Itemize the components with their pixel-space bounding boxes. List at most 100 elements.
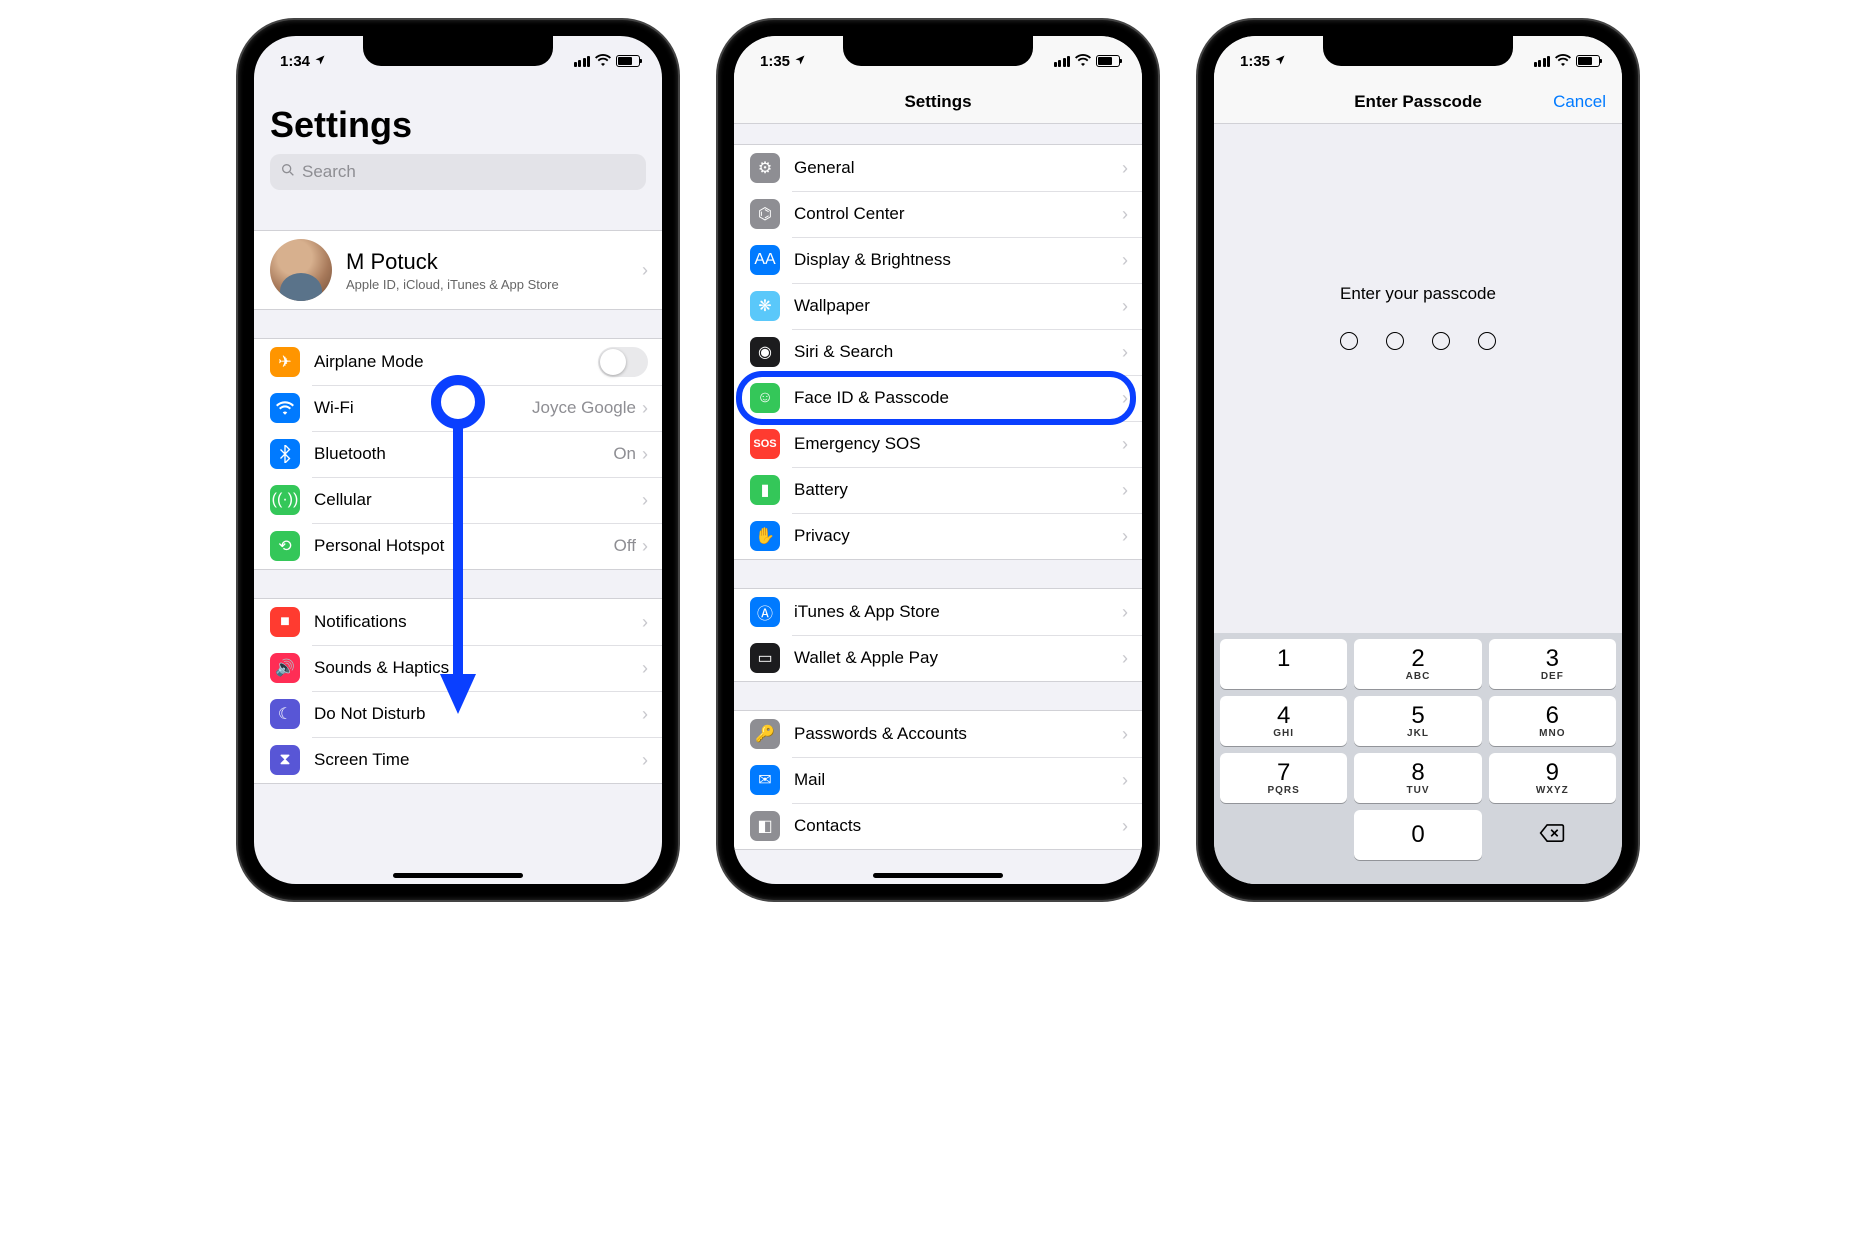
settings-row-wallpaper[interactable]: ❋Wallpaper›: [734, 283, 1142, 329]
keypad-4[interactable]: 4GHI: [1220, 696, 1347, 746]
profile-sub: Apple ID, iCloud, iTunes & App Store: [346, 277, 642, 292]
keypad-9[interactable]: 9WXYZ: [1489, 753, 1616, 803]
chevron-right-icon: ›: [642, 536, 648, 557]
chevron-right-icon: ›: [1122, 816, 1128, 837]
row-label: Display & Brightness: [794, 250, 1122, 270]
settings-row-airplane-mode[interactable]: ✈︎Airplane Mode: [254, 339, 662, 385]
settings-row-wallet-apple-pay[interactable]: ▭Wallet & Apple Pay›: [734, 635, 1142, 681]
settings-row-emergency-sos[interactable]: SOSEmergency SOS›: [734, 421, 1142, 467]
settings-row-bluetooth[interactable]: BluetoothOn›: [254, 431, 662, 477]
chevron-right-icon: ›: [1122, 602, 1128, 623]
screentime-icon: ⧗: [270, 745, 300, 775]
search-input[interactable]: Search: [270, 154, 646, 190]
numeric-keypad: 1 2ABC3DEF4GHI5JKL6MNO7PQRS8TUV9WXYZ0: [1214, 633, 1622, 884]
key-number: 7: [1277, 761, 1290, 785]
settings-row-do-not-disturb[interactable]: ☾Do Not Disturb›: [254, 691, 662, 737]
settings-row-general[interactable]: ⚙︎General›: [734, 145, 1142, 191]
key-number: 3: [1546, 647, 1559, 671]
row-label: iTunes & App Store: [794, 602, 1122, 622]
key-number: 9: [1546, 761, 1559, 785]
keypad-8[interactable]: 8TUV: [1354, 753, 1481, 803]
dnd-icon: ☾: [270, 699, 300, 729]
row-label: Airplane Mode: [314, 352, 598, 372]
settings-row-notifications[interactable]: ■Notifications›: [254, 599, 662, 645]
row-label: Sounds & Haptics: [314, 658, 642, 678]
controlcenter-icon: ⌬: [750, 199, 780, 229]
home-indicator[interactable]: [873, 873, 1003, 878]
keypad-spacer: [1220, 810, 1347, 860]
navbar: Settings: [734, 80, 1142, 124]
key-letters: GHI: [1273, 728, 1294, 739]
chevron-right-icon: ›: [642, 490, 648, 511]
settings-row-wi-fi[interactable]: Wi-FiJoyce Google›: [254, 385, 662, 431]
row-label: Wallpaper: [794, 296, 1122, 316]
signal-icon: [1054, 56, 1071, 67]
keypad-6[interactable]: 6MNO: [1489, 696, 1616, 746]
settings-row-itunes-app-store[interactable]: ⒶiTunes & App Store›: [734, 589, 1142, 635]
delete-icon: [1539, 823, 1565, 848]
signal-icon: [574, 56, 591, 67]
settings-row-contacts[interactable]: ◧Contacts›: [734, 803, 1142, 849]
passcode-area: Enter your passcode: [1214, 124, 1622, 350]
keypad-1[interactable]: 1: [1220, 639, 1347, 689]
notch: [363, 36, 553, 66]
chevron-right-icon: ›: [1122, 342, 1128, 363]
settings-row-display-brightness[interactable]: AADisplay & Brightness›: [734, 237, 1142, 283]
keypad-0[interactable]: 0: [1354, 810, 1481, 860]
settings-row-cellular[interactable]: ((·))Cellular›: [254, 477, 662, 523]
keypad-delete[interactable]: [1489, 810, 1616, 860]
passcode-dot: [1478, 332, 1496, 350]
notch: [1323, 36, 1513, 66]
settings-row-face-id-passcode[interactable]: ☺Face ID & Passcode›: [734, 375, 1142, 421]
cancel-button[interactable]: Cancel: [1553, 92, 1606, 112]
profile-row[interactable]: M Potuck Apple ID, iCloud, iTunes & App …: [254, 231, 662, 309]
key-letters: TUV: [1406, 785, 1429, 796]
cellular-icon: ((·)): [270, 485, 300, 515]
settings-row-personal-hotspot[interactable]: ⟲Personal HotspotOff›: [254, 523, 662, 569]
chevron-right-icon: ›: [1122, 526, 1128, 547]
row-label: Siri & Search: [794, 342, 1122, 362]
status-time: 1:35: [760, 53, 790, 70]
status-time: 1:35: [1240, 53, 1270, 70]
key-letters: DEF: [1541, 671, 1564, 682]
chevron-right-icon: ›: [642, 612, 648, 633]
key-letters: MNO: [1539, 728, 1565, 739]
key-number: 6: [1546, 704, 1559, 728]
chevron-right-icon: ›: [642, 750, 648, 771]
notifications-group: ■Notifications›🔊Sounds & Haptics›☾Do Not…: [254, 598, 662, 784]
settings-row-battery[interactable]: ▮Battery›: [734, 467, 1142, 513]
profile-section: M Potuck Apple ID, iCloud, iTunes & App …: [254, 230, 662, 310]
key-number: 1: [1277, 647, 1290, 671]
row-label: Bluetooth: [314, 444, 613, 464]
hotspot-icon: ⟲: [270, 531, 300, 561]
battery-icon: [616, 55, 640, 67]
passwords-icon: 🔑: [750, 719, 780, 749]
keypad-5[interactable]: 5JKL: [1354, 696, 1481, 746]
home-indicator[interactable]: [393, 873, 523, 878]
passcode-dot: [1340, 332, 1358, 350]
keypad-3[interactable]: 3DEF: [1489, 639, 1616, 689]
phone-frame-1: 1:34 Settings Search: [238, 20, 678, 900]
row-label: Privacy: [794, 526, 1122, 546]
row-label: Personal Hotspot: [314, 536, 614, 556]
location-icon: [794, 53, 806, 70]
wifi-icon: [1075, 53, 1091, 70]
settings-row-sounds-haptics[interactable]: 🔊Sounds & Haptics›: [254, 645, 662, 691]
key-letters: JKL: [1407, 728, 1429, 739]
wifi-icon: [1555, 53, 1571, 70]
profile-name: M Potuck: [346, 249, 642, 275]
settings-row-control-center[interactable]: ⌬Control Center›: [734, 191, 1142, 237]
keypad-2[interactable]: 2ABC: [1354, 639, 1481, 689]
settings-row-passwords-accounts[interactable]: 🔑Passwords & Accounts›: [734, 711, 1142, 757]
toggle-switch[interactable]: [598, 347, 648, 377]
privacy-icon: ✋: [750, 521, 780, 551]
settings-row-siri-search[interactable]: ◉Siri & Search›: [734, 329, 1142, 375]
settings-row-mail[interactable]: ✉︎Mail›: [734, 757, 1142, 803]
chevron-right-icon: ›: [642, 260, 648, 281]
keypad-7[interactable]: 7PQRS: [1220, 753, 1347, 803]
settings-row-screen-time[interactable]: ⧗Screen Time›: [254, 737, 662, 783]
settings-row-privacy[interactable]: ✋ Privacy›: [734, 513, 1142, 559]
location-icon: [314, 53, 326, 70]
passcode-dot: [1432, 332, 1450, 350]
wifi-icon: [595, 53, 611, 70]
